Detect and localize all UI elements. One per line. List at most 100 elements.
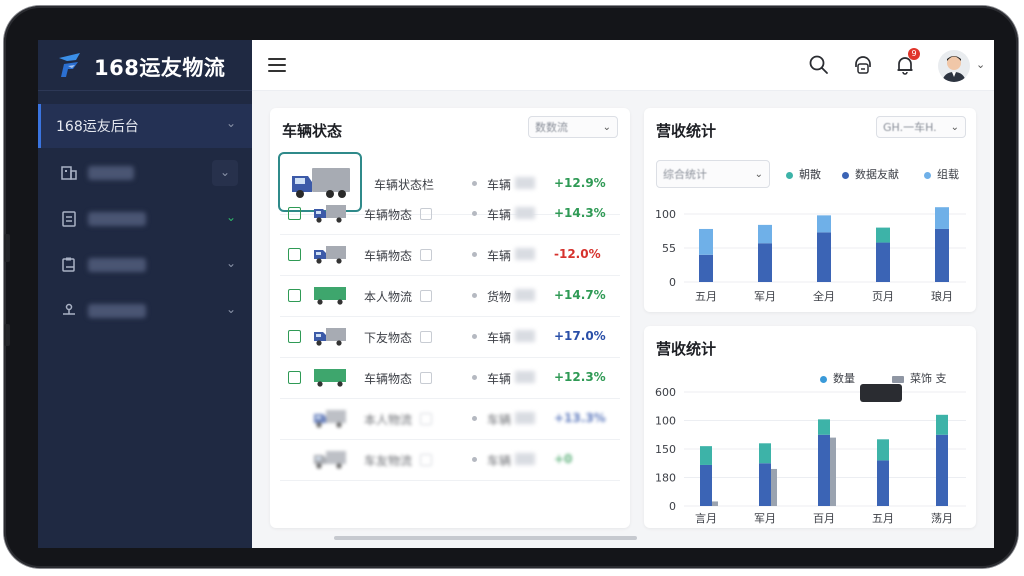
bar-segment[interactable]	[817, 232, 831, 282]
truck-icon	[314, 328, 346, 346]
x-tick-label: 全月	[813, 289, 835, 303]
bar-segment[interactable]	[876, 242, 890, 282]
bar-segment[interactable]	[759, 443, 771, 464]
x-tick-label: 琅月	[931, 289, 953, 303]
chart-tooltip	[860, 384, 902, 402]
vehicle-tag: 车辆	[487, 249, 512, 263]
sidebar-item-vehicles[interactable]: ⌄	[38, 152, 252, 196]
status-dot	[472, 334, 477, 339]
bar-secondary[interactable]	[771, 468, 777, 506]
vehicle-filter-select[interactable]: 数数流 ⌄	[528, 116, 618, 138]
row-checkbox-secondary[interactable]	[420, 413, 432, 425]
search-icon[interactable]	[808, 54, 830, 76]
vehicle-row[interactable]: 车辆物态 车辆 +12.3%	[280, 358, 620, 399]
revenue-type-select[interactable]: 综合统计 ⌄	[656, 160, 770, 188]
bar-segment[interactable]	[935, 207, 949, 229]
sidebar-divider	[38, 90, 252, 91]
x-tick-label: 军月	[754, 290, 776, 303]
row-checkbox-secondary[interactable]	[420, 290, 432, 302]
select-value: GH.一车H.	[883, 121, 937, 134]
logo-icon	[59, 53, 80, 77]
sidebar-item-orders[interactable]: ⌄	[38, 198, 252, 242]
row-checkbox-secondary[interactable]	[420, 249, 432, 261]
y-tick-label: 0	[669, 500, 676, 513]
chevron-down-icon: ⌄	[225, 256, 236, 270]
topbar: 9 ⌄	[252, 40, 994, 91]
status-dot	[472, 457, 477, 462]
vehicle-row[interactable]: 车友物流 车辆 +0	[280, 440, 620, 481]
bar-segment[interactable]	[699, 228, 713, 255]
vehicle-name: 车辆物态	[364, 249, 413, 263]
horizontal-scrollbar[interactable]	[334, 536, 637, 540]
vehicle-tag: 车辆	[487, 372, 512, 386]
bar-segment[interactable]	[699, 254, 713, 282]
legend-item: 组载	[924, 166, 959, 182]
bar-secondary[interactable]	[712, 501, 718, 506]
row-checkbox[interactable]	[288, 289, 301, 302]
legend-item: 数据友献	[842, 166, 899, 182]
sidebar-item-settings[interactable]: ⌄	[38, 244, 252, 288]
vehicle-row[interactable]: 本人物流 车辆 +13.3%	[280, 399, 620, 440]
sidebar-item-dashboard[interactable]: 168运友后台 ⌄	[38, 104, 252, 148]
vehicle-name: 车辆物态	[364, 372, 413, 386]
y-tick-label: 100	[655, 415, 676, 428]
row-checkbox-secondary[interactable]	[420, 331, 432, 343]
bar-segment[interactable]	[818, 419, 830, 435]
truck-icon	[314, 287, 346, 305]
truck-icon	[314, 205, 346, 223]
tablet-frame: 168运友物流 168运友后台 ⌄ ⌄ ⌄ ⌄ ⌄ 9 ⌄ 车辆状态 数数流 ⌄…	[4, 6, 1018, 568]
bar-segment[interactable]	[758, 224, 772, 244]
chevron-down-icon: ⌄	[225, 116, 236, 130]
y-tick-label: 0	[669, 276, 676, 289]
chevron-down-icon: ⌄	[950, 122, 959, 133]
row-checkbox[interactable]	[288, 248, 301, 261]
bar-segment[interactable]	[758, 243, 772, 282]
delta-value: +14.3%	[554, 206, 606, 220]
select-value: 综合统计	[663, 168, 707, 181]
menu-icon[interactable]	[268, 58, 286, 72]
brand[interactable]: 168运友物流	[38, 40, 252, 90]
row-checkbox-secondary[interactable]	[420, 454, 432, 466]
bar-segment[interactable]	[936, 414, 948, 435]
bar-secondary[interactable]	[830, 437, 836, 506]
side-button	[4, 234, 10, 262]
vehicle-row[interactable]: 车辆物态 车辆 +14.3%	[280, 194, 620, 235]
blurred-value	[515, 207, 535, 219]
org-icon	[63, 303, 75, 315]
revenue-card-top: 营收统计 GH.一车H. ⌄ 综合统计 ⌄ 朝散 数据友献 组载 100 55 0 五…	[644, 108, 976, 312]
chevron-down-icon[interactable]: ⌄	[976, 58, 985, 71]
blurred-value	[515, 177, 535, 189]
y-tick-label: 150	[655, 443, 676, 456]
bar-segment[interactable]	[817, 215, 831, 233]
bar-segment[interactable]	[759, 463, 771, 506]
bar-segment[interactable]	[877, 439, 889, 461]
vehicle-tag: 车辆	[487, 331, 512, 345]
row-checkbox-secondary[interactable]	[420, 372, 432, 384]
bar-segment[interactable]	[818, 434, 830, 506]
vehicle-name: 车辆状态栏	[374, 178, 435, 192]
revenue-range-select[interactable]: GH.一车H. ⌄	[876, 116, 966, 138]
active-indicator	[38, 104, 41, 148]
vehicle-row[interactable]: 下友物态 车辆 +17.0%	[280, 317, 620, 358]
bar-segment[interactable]	[935, 228, 949, 282]
expand-button[interactable]: ⌄	[212, 160, 238, 186]
row-checkbox[interactable]	[288, 371, 301, 384]
legend-dot	[924, 171, 931, 179]
vehicle-row[interactable]: 本人物流 货物 +14.7%	[280, 276, 620, 317]
bar-segment[interactable]	[700, 446, 712, 465]
bar-segment[interactable]	[877, 460, 889, 506]
y-tick-label: 600	[655, 386, 676, 399]
vehicle-row[interactable]: 车辆物态 车辆 -12.0%	[280, 235, 620, 276]
bar-segment[interactable]	[876, 227, 890, 243]
avatar[interactable]	[938, 50, 970, 82]
bar-segment[interactable]	[700, 464, 712, 506]
blurred-value	[515, 289, 535, 301]
status-dot	[472, 375, 477, 380]
row-checkbox[interactable]	[288, 330, 301, 343]
bar-segment[interactable]	[936, 434, 948, 506]
row-checkbox[interactable]	[288, 207, 301, 220]
sidebar-item-organization[interactable]: ⌄	[38, 290, 252, 334]
headset-icon[interactable]	[852, 54, 874, 76]
row-checkbox-secondary[interactable]	[420, 208, 432, 220]
chevron-down-icon: ⌄	[225, 210, 236, 224]
